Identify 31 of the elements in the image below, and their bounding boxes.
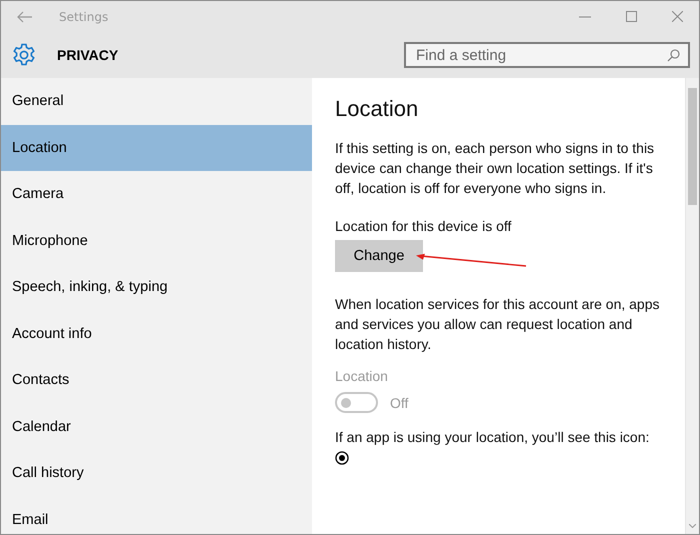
- status-text: Location for this device is off: [335, 218, 512, 234]
- description-text: If an app is using your location, you’ll see this icon:: [335, 428, 650, 447]
- page-title: PRIVACY: [57, 47, 120, 63]
- sidebar-item[interactable]: Call history: [1, 450, 312, 496]
- description-text: If this setting is on, each person who signs in to this device can change their own location settings. If it's off, location is off for everyone who signs in.: [335, 139, 656, 198]
- window-title: Settings: [59, 10, 110, 24]
- sidebar-item[interactable]: Email: [1, 496, 312, 535]
- sidebar-item[interactable]: Calendar: [1, 404, 312, 450]
- maximize-icon[interactable]: [626, 11, 637, 22]
- toggle-state: Off: [390, 394, 408, 410]
- sidebar-item[interactable]: Account info: [1, 310, 312, 357]
- sidebar-item[interactable]: Location: [1, 124, 312, 171]
- search-field[interactable]: Find a setting: [404, 42, 690, 68]
- scrollbar-thumb[interactable]: [688, 88, 697, 205]
- section-heading: Location: [335, 96, 420, 122]
- gear-icon: [12, 43, 36, 67]
- close-icon[interactable]: [672, 11, 683, 22]
- description-text: When location services for this account are on, apps and services you allow can request location and location history.: [335, 295, 661, 354]
- change-button[interactable]: Change: [335, 240, 423, 272]
- sidebar-item[interactable]: General: [1, 78, 312, 124]
- location-in-use-icon: [335, 451, 349, 465]
- back-arrow-icon[interactable]: [17, 10, 33, 22]
- scrollbar[interactable]: [685, 78, 699, 534]
- toggle-label: Location: [335, 368, 389, 384]
- scroll-down-icon[interactable]: [689, 524, 696, 528]
- minimize-icon[interactable]: [579, 16, 591, 18]
- sidebar-item[interactable]: Speech, inking, & typing: [1, 264, 312, 310]
- sidebar-item[interactable]: Camera: [1, 171, 312, 218]
- sidebar-item[interactable]: Contacts: [1, 357, 312, 404]
- search-icon[interactable]: [667, 49, 680, 62]
- sidebar-item[interactable]: Microphone: [1, 218, 312, 264]
